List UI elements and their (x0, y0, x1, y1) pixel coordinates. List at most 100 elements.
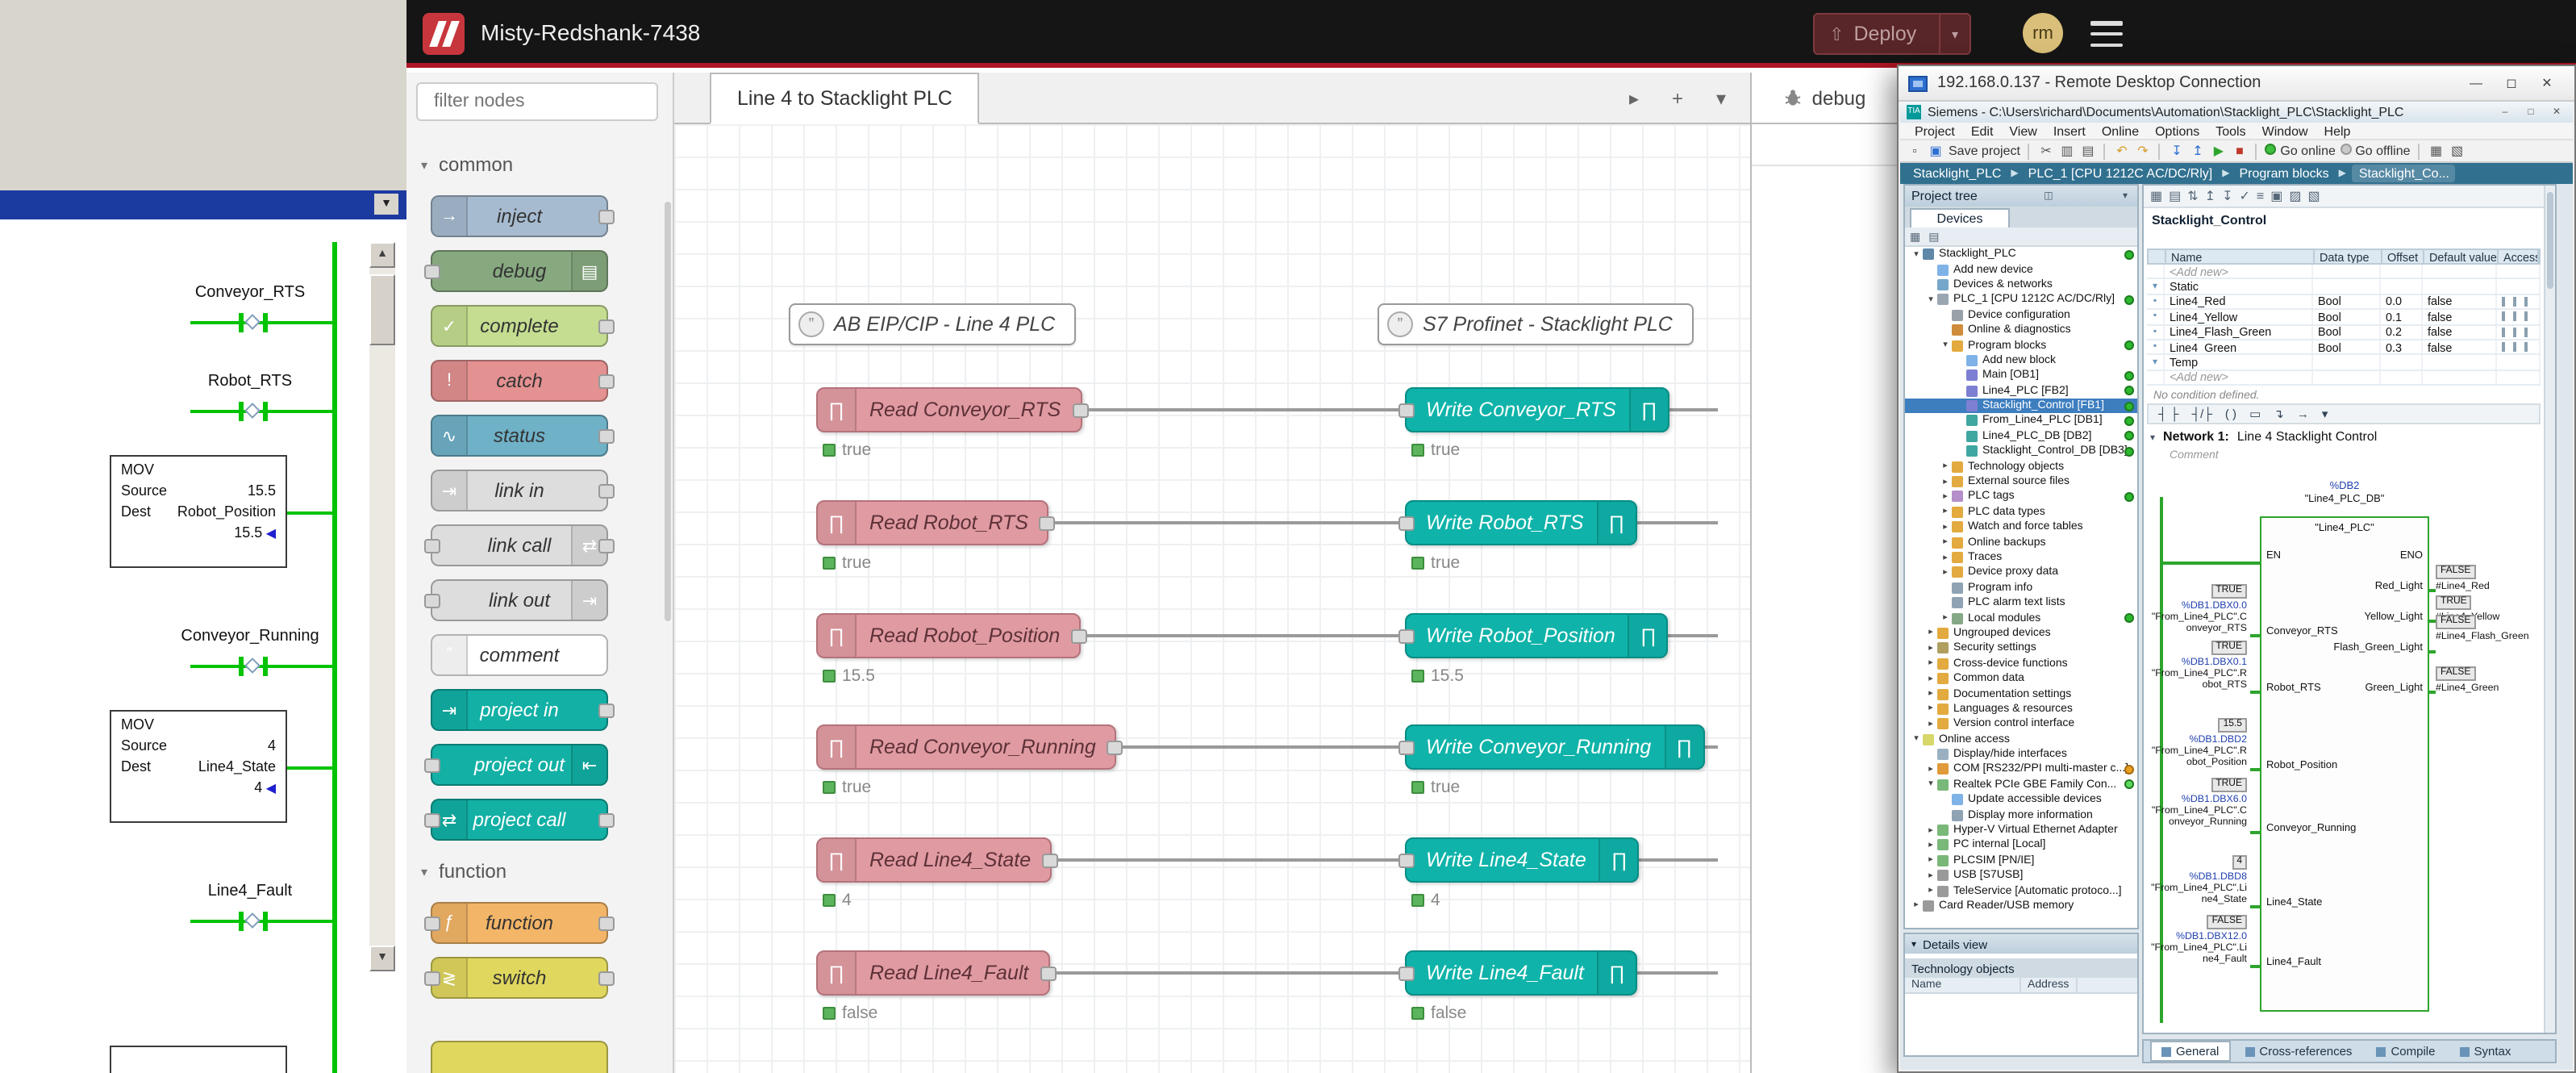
tab-cross-references[interactable]: Cross-references (2235, 1042, 2361, 1060)
menu-options[interactable]: Options (2147, 123, 2207, 138)
node-output-port[interactable] (1071, 629, 1087, 644)
chevron-right-icon[interactable]: ▸ (1939, 507, 1952, 517)
cell-accessibility[interactable] (2497, 295, 2541, 309)
node-output-port[interactable] (598, 704, 615, 718)
tia-close-icon[interactable]: ✕ (2547, 106, 2566, 118)
save-icon[interactable]: ▣ (1928, 142, 1944, 160)
download-icon[interactable]: ↧ (2169, 142, 2185, 160)
palette-node-link-in[interactable]: ⇥link in (431, 470, 608, 511)
network-comment[interactable]: Comment (2170, 450, 2219, 461)
node-input-port[interactable] (424, 916, 440, 931)
tree-item[interactable]: Program info (1905, 580, 2137, 595)
interface-row[interactable]: ▪Line4_GreenBool0.3false (2147, 340, 2541, 356)
tree-item[interactable]: Line4_PLC [FB2] (1905, 383, 2137, 399)
checkbox-icon[interactable] (2513, 328, 2516, 337)
cell-datatype[interactable] (2313, 370, 2381, 384)
tia-minimize-icon[interactable]: – (2495, 107, 2515, 117)
tree-item[interactable]: Online & diagnostics (1905, 323, 2137, 338)
checkbox-icon[interactable] (2513, 312, 2516, 322)
search-project-icon[interactable]: ▧ (2449, 142, 2466, 160)
flow-node-write[interactable]: Write Line4_State∏ (1405, 837, 1640, 883)
node-output-port[interactable] (598, 971, 615, 986)
flow-list-icon[interactable]: ▾ (1702, 79, 1740, 118)
details-module-row[interactable]: Technology objects (1905, 958, 2137, 978)
menu-insert[interactable]: Insert (2045, 123, 2094, 138)
node-output-port[interactable] (598, 374, 615, 389)
flow-node-write[interactable]: Write Conveyor_RTS∏ (1405, 387, 1669, 432)
go-online-button[interactable]: Go online (2265, 144, 2336, 158)
chevron-down-icon[interactable]: ▾ (1924, 295, 1937, 305)
checkbox-icon[interactable] (2524, 297, 2528, 307)
node-input-port[interactable] (1398, 516, 1415, 531)
contact-marker-icon[interactable] (244, 403, 261, 419)
breadcrumb-item[interactable]: Program blocks (2236, 166, 2332, 181)
tree-item[interactable]: Display/hide interfaces (1905, 747, 2137, 762)
scrollbar-thumb[interactable] (369, 274, 395, 345)
cell-datatype[interactable] (2313, 265, 2381, 278)
mov-source-value[interactable]: 15.5 (248, 481, 276, 502)
node-input-port[interactable] (1398, 403, 1415, 418)
palette-node-complete[interactable]: ✓complete (431, 305, 608, 347)
flow-node-read[interactable]: ∏Read Line4_Fault (816, 950, 1049, 996)
editor-scrollbar[interactable] (2544, 186, 2555, 1033)
column-header[interactable]: Name (2166, 250, 2315, 263)
cell-default[interactable] (2423, 370, 2497, 384)
tree-item[interactable]: ▸PLC data types (1905, 504, 2137, 520)
chevron-right-icon[interactable]: ▸ (1939, 492, 1952, 502)
palette-node-project-out[interactable]: ⇤project out (431, 744, 608, 786)
expand-tabs-icon[interactable]: ▸ (1615, 79, 1653, 118)
checkbox-icon[interactable] (2524, 342, 2528, 352)
palette-category-common[interactable]: ▾common (406, 147, 673, 182)
node-output-port[interactable] (1107, 741, 1123, 755)
tree-item[interactable]: ▾Online access (1905, 732, 2137, 747)
tree-item[interactable]: ▸Languages & resources (1905, 701, 2137, 716)
palette-node-project-call[interactable]: ⇄project call (431, 799, 608, 841)
tree-item[interactable]: ▸Online backups (1905, 535, 2137, 550)
editor-tool-icon[interactable]: ↧ (2222, 189, 2232, 203)
editor-tool-icon[interactable]: ▨ (2289, 189, 2301, 203)
collapse-panel-icon[interactable]: ▾ (2120, 190, 2131, 202)
start-icon[interactable]: ▶ (2211, 142, 2227, 160)
cell-accessibility[interactable] (2497, 280, 2541, 294)
chevron-right-icon[interactable]: ▸ (1939, 553, 1952, 562)
tree-item[interactable]: ▸Card Reader/USB memory (1905, 899, 2137, 914)
editor-tool-icon[interactable]: ▦ (2150, 189, 2162, 203)
tab-debug[interactable]: debug (1752, 73, 1900, 123)
node-input-port[interactable] (424, 594, 440, 608)
node-input-port[interactable] (1398, 741, 1415, 755)
tab-compile[interactable]: Compile (2366, 1042, 2445, 1060)
tree-item[interactable]: ▸TeleService [Automatic protoco...] (1905, 883, 2137, 899)
cell-name[interactable]: <Add new> (2165, 370, 2313, 384)
chevron-right-icon[interactable]: ▸ (1939, 461, 1952, 471)
cell-accessibility[interactable] (2497, 310, 2541, 324)
column-header[interactable]: Accessib... (2499, 250, 2539, 263)
avatar[interactable]: rm (2023, 13, 2063, 53)
interface-row[interactable]: ▾Static (2147, 280, 2541, 295)
cross-reference-icon[interactable]: ◀ (262, 781, 276, 795)
node-output-port[interactable] (1040, 516, 1056, 531)
tree-item[interactable]: ▸PLCSIM [PN/IE] (1905, 853, 2137, 868)
mov-instruction[interactable]: MOVSource15.5DestRobot_Position15.5 ◀ (110, 455, 287, 568)
mov-source-value[interactable]: 4 (268, 736, 276, 757)
tree-item[interactable]: Stacklight_Control_DB [DB3] (1905, 444, 2137, 459)
tree-item[interactable]: ▾PLC_1 [CPU 1212C AC/DC/Rly] (1905, 292, 2137, 307)
editor-tool-icon[interactable]: ▧ (2307, 189, 2320, 203)
menu-edit[interactable]: Edit (1963, 123, 2002, 138)
column-header[interactable]: Default value (2424, 250, 2499, 263)
tree-item[interactable]: ▸USB [S7USB] (1905, 868, 2137, 883)
tree-item[interactable]: Update accessible devices (1905, 792, 2137, 808)
lad-canvas[interactable]: %DB2 "Line4_PLC_DB" "Line4_PLC" EN ENO T… (2147, 471, 2541, 1033)
lad-instruction-icon[interactable]: ▭ (2249, 407, 2261, 421)
breadcrumb-item[interactable]: Stacklight_Co... (2353, 165, 2456, 182)
checkbox-icon[interactable] (2502, 297, 2505, 307)
chevron-right-icon[interactable]: ▸ (1924, 628, 1937, 638)
checkbox-icon[interactable] (2502, 312, 2505, 322)
checkbox-icon[interactable] (2513, 297, 2516, 307)
node-output-port[interactable] (598, 484, 615, 499)
contact-marker-icon[interactable] (244, 912, 261, 929)
chevron-right-icon[interactable]: ▸ (1924, 841, 1937, 850)
remote-desktop-window[interactable]: 192.168.0.137 - Remote Desktop Connectio… (1897, 65, 2576, 1073)
cross-reference-icon[interactable]: ◀ (262, 526, 276, 541)
ladder-scrollbar[interactable]: ▲ ▼ (369, 242, 395, 971)
tree-item[interactable]: ▾Program blocks (1905, 338, 2137, 353)
